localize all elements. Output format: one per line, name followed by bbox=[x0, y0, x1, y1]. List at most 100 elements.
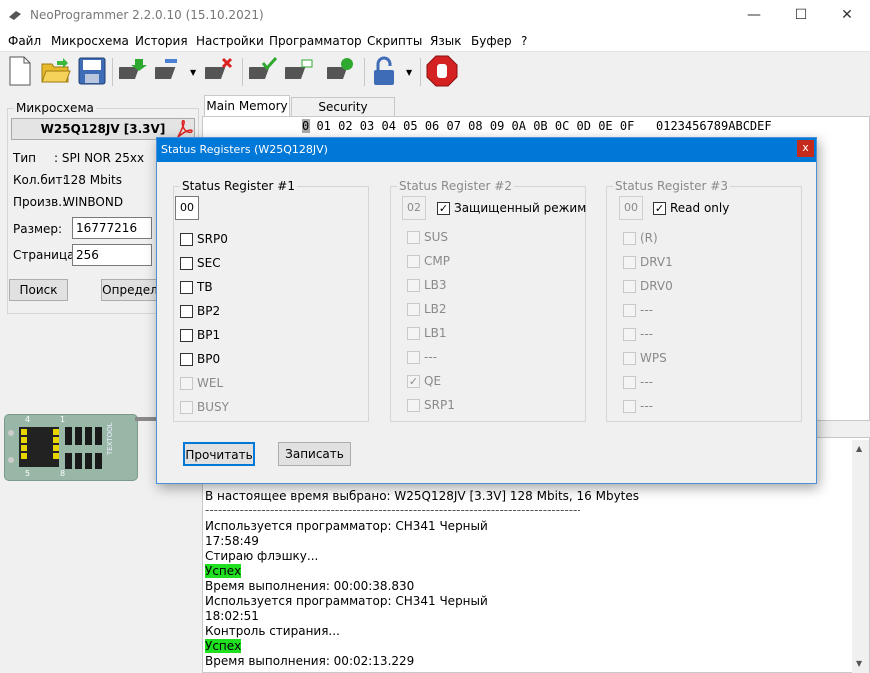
sr3-bit-drv1: DRV1 bbox=[623, 255, 673, 269]
pdf-icon[interactable] bbox=[176, 119, 194, 139]
toolbar: ▼ ▼ bbox=[0, 51, 870, 91]
checkbox bbox=[407, 398, 420, 412]
pin-label: 8 bbox=[60, 469, 66, 478]
checkbox[interactable] bbox=[180, 328, 193, 342]
menu-buffer[interactable]: Буфер bbox=[471, 34, 512, 48]
chevron-down-icon[interactable]: ▼ bbox=[190, 68, 196, 77]
sr3-bit-drv0: DRV0 bbox=[623, 279, 673, 293]
log-line: Время выполнения: 00:02:13.229 bbox=[205, 654, 415, 668]
check-icon[interactable]: ✓ bbox=[437, 201, 450, 215]
read-button[interactable]: Прочитать bbox=[183, 442, 255, 466]
save-icon[interactable] bbox=[76, 55, 108, 87]
checkbox bbox=[407, 254, 420, 268]
auto-chip-icon[interactable] bbox=[326, 55, 358, 87]
sr1-bit-tb[interactable]: TB bbox=[180, 280, 213, 294]
sr1-bit-sec[interactable]: SEC bbox=[180, 256, 221, 270]
sr2-bit-sus: SUS bbox=[407, 230, 448, 244]
pin-label: 1 bbox=[60, 415, 66, 424]
close-window-button[interactable]: ✕ bbox=[824, 0, 870, 31]
checkbox[interactable] bbox=[180, 256, 193, 270]
brand-label: TEXTOOL bbox=[106, 422, 114, 455]
sr1-bit-srp0[interactable]: SRP0 bbox=[180, 232, 228, 246]
tab-security-register[interactable]: Security Register 1 bbox=[291, 97, 395, 132]
checkbox bbox=[623, 255, 636, 269]
checkbox bbox=[407, 230, 420, 244]
menu-help[interactable]: ? bbox=[521, 34, 527, 48]
menu-bar: Файл Микросхема История Настройки Програ… bbox=[0, 31, 870, 51]
blank-check-icon[interactable] bbox=[284, 55, 316, 87]
page-field[interactable]: 256 bbox=[72, 244, 152, 266]
verify-chip-icon[interactable] bbox=[248, 55, 280, 87]
type-label: Тип bbox=[13, 151, 36, 165]
menu-chip[interactable]: Микросхема bbox=[51, 34, 129, 48]
lock-icon[interactable] bbox=[368, 55, 400, 87]
tab-main-memory[interactable]: Main Memory bbox=[204, 95, 290, 117]
sr3-bit-reserved: --- bbox=[623, 327, 653, 341]
chevron-down-icon[interactable]: ▼ bbox=[406, 68, 412, 77]
menu-language[interactable]: Язык bbox=[430, 34, 461, 48]
log-line: Время выполнения: 00:00:38.830 bbox=[205, 579, 415, 593]
sr3-bit-wps: WPS bbox=[623, 351, 667, 365]
checkbox bbox=[623, 279, 636, 293]
log-scrollbar[interactable]: ▲ ▼ bbox=[852, 440, 869, 673]
search-button[interactable]: Поиск bbox=[9, 279, 68, 301]
scroll-up-icon[interactable]: ▲ bbox=[856, 444, 862, 453]
checkbox[interactable] bbox=[180, 352, 193, 366]
type-value: : SPI NOR 25xx bbox=[54, 151, 145, 165]
maximize-button[interactable]: ☐ bbox=[778, 0, 824, 31]
app-icon bbox=[9, 11, 21, 20]
checkbox bbox=[180, 376, 193, 390]
sr3-bit-reserved: --- bbox=[623, 399, 653, 413]
hex-header: 0 01 02 03 04 05 06 07 08 09 0A 0B 0C 0D… bbox=[302, 119, 772, 133]
sr1-bit-bp0[interactable]: BP0 bbox=[180, 352, 220, 366]
checkbox bbox=[623, 303, 636, 317]
menu-scripts[interactable]: Скрипты bbox=[367, 34, 422, 48]
vendor-value: WINBOND bbox=[63, 195, 124, 209]
sr3-value-field: 00 bbox=[619, 196, 643, 220]
read-only-checkbox[interactable]: ✓ Read only bbox=[653, 201, 729, 215]
check-icon[interactable]: ✓ bbox=[653, 201, 666, 215]
checkbox[interactable] bbox=[180, 304, 193, 318]
checkbox bbox=[407, 350, 420, 364]
sr1-bit-busy: BUSY bbox=[180, 400, 229, 414]
page-label: Страница: bbox=[13, 248, 79, 262]
menu-file[interactable]: Файл bbox=[8, 34, 41, 48]
sr1-bit-bp2[interactable]: BP2 bbox=[180, 304, 220, 318]
dialog-close-button[interactable]: x bbox=[797, 140, 814, 157]
detect-button[interactable]: Определ bbox=[101, 279, 159, 301]
log-line: Контроль стирания... bbox=[205, 624, 340, 638]
sr2-bit-cmp: CMP bbox=[407, 254, 450, 268]
checkbox bbox=[623, 399, 636, 413]
sr2-bit-lb2: LB2 bbox=[407, 302, 447, 316]
sr1-value-field[interactable]: 00 bbox=[175, 196, 199, 220]
menu-programmer[interactable]: Программатор bbox=[269, 34, 362, 48]
sr3-bit-reserved: --- bbox=[623, 375, 653, 389]
menu-history[interactable]: История bbox=[135, 34, 188, 48]
minimize-button[interactable]: — bbox=[731, 0, 777, 31]
read-chip-icon[interactable] bbox=[118, 55, 150, 87]
protected-mode-checkbox[interactable]: ✓ Защищенный режим bbox=[437, 201, 586, 215]
open-folder-icon[interactable] bbox=[40, 55, 72, 87]
sr3-legend: Status Register #3 bbox=[613, 179, 730, 193]
new-file-icon[interactable] bbox=[4, 55, 36, 87]
checkbox[interactable] bbox=[180, 280, 193, 294]
log-line: Стираю флэшку... bbox=[205, 549, 319, 563]
write-chip-icon[interactable] bbox=[154, 55, 186, 87]
scroll-down-icon[interactable]: ▼ bbox=[856, 659, 862, 668]
stop-icon[interactable] bbox=[426, 55, 458, 87]
log-line: Используется программатор: CH341 Черный bbox=[205, 519, 488, 533]
sr1-bit-bp1[interactable]: BP1 bbox=[180, 328, 220, 342]
bits-label: Кол.бит: bbox=[13, 173, 67, 187]
sr2-bit-lb1: LB1 bbox=[407, 326, 447, 340]
checkbox bbox=[407, 278, 420, 292]
checkbox bbox=[180, 400, 193, 414]
erase-chip-icon[interactable] bbox=[204, 55, 236, 87]
size-field[interactable]: 16777216 bbox=[72, 217, 152, 239]
menu-settings[interactable]: Настройки bbox=[196, 34, 264, 48]
write-button[interactable]: Записать bbox=[278, 442, 351, 466]
sr3-bit-reserved: --- bbox=[623, 303, 653, 317]
sr3-bit-r: (R) bbox=[623, 231, 658, 245]
checkbox bbox=[623, 231, 636, 245]
pin-label: 4 bbox=[25, 415, 31, 424]
checkbox[interactable] bbox=[180, 232, 193, 246]
